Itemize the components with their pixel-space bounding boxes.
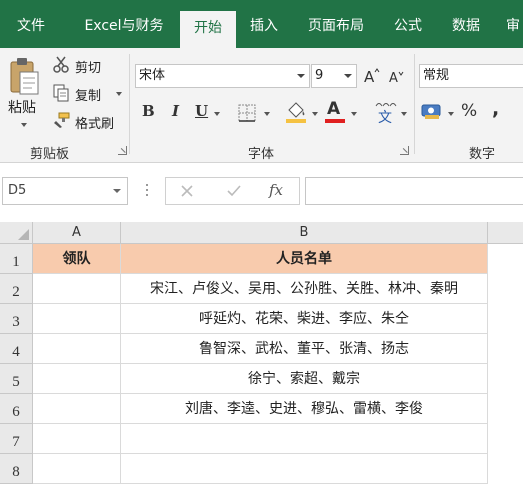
decrease-font-size-icon[interactable]: A	[389, 68, 405, 86]
comma-style-button[interactable]: ,	[492, 98, 499, 120]
format-painter-icon[interactable]	[52, 111, 70, 129]
percent-style-button[interactable]: %	[461, 101, 477, 121]
accounting-format-icon[interactable]	[421, 102, 443, 120]
phonetic-guide-icon[interactable]: 文	[375, 100, 397, 126]
spreadsheet-grid: A B 1 2 3 4 5 6 7 8 领队 人员名单 宋江、卢俊义、吴用、公孙…	[0, 222, 523, 494]
font-color-dropdown-icon[interactable]	[351, 112, 357, 116]
font-color-icon[interactable]: A	[324, 99, 346, 123]
cell-a5[interactable]	[33, 364, 121, 394]
row-header[interactable]: 8	[0, 454, 33, 484]
number-group-label: 数字	[469, 147, 496, 162]
number-format-select[interactable]: 常规	[419, 64, 523, 88]
cell-a6[interactable]	[33, 394, 121, 424]
svg-text:A: A	[364, 68, 375, 84]
cell-b3[interactable]: 呼延灼、花荣、柴进、李应、朱仝	[121, 304, 488, 334]
font-launcher-icon[interactable]	[400, 146, 409, 155]
chevron-down-icon	[113, 189, 121, 193]
column-header-b[interactable]: B	[121, 222, 488, 244]
cell-a4[interactable]	[33, 334, 121, 364]
cell-b7[interactable]	[121, 424, 488, 454]
cell-b2[interactable]: 宋江、卢俊义、吴用、公孙胜、关胜、林冲、秦明	[121, 274, 488, 304]
paste-dropdown-icon[interactable]	[21, 123, 27, 127]
cell-a3[interactable]	[33, 304, 121, 334]
font-color-letter: A	[327, 99, 341, 119]
clipboard-group-label: 剪贴板	[30, 147, 70, 162]
fill-color-swatch	[286, 119, 306, 123]
tab-review[interactable]: 审	[498, 0, 523, 48]
clipboard-launcher-icon[interactable]	[118, 146, 127, 155]
paste-icon[interactable]	[8, 56, 40, 96]
cell-b4[interactable]: 鲁智深、武松、董平、张清、扬志	[121, 334, 488, 364]
tab-excel-finance[interactable]: Excel与财务	[72, 0, 176, 48]
name-box-value: D5	[8, 183, 27, 198]
italic-button[interactable]: I	[172, 102, 179, 120]
svg-text:A: A	[389, 71, 398, 84]
border-icon[interactable]	[238, 104, 256, 122]
phonetic-dropdown-icon[interactable]	[401, 112, 407, 116]
chevron-down-icon	[344, 74, 352, 78]
font-color-swatch	[325, 119, 345, 123]
chevron-down-icon	[297, 74, 305, 78]
formula-bar-buttons: fx	[165, 177, 300, 205]
cell-b8[interactable]	[121, 454, 488, 484]
format-painter-button[interactable]: 格式刷	[75, 113, 114, 132]
row-header[interactable]: 1	[0, 244, 33, 274]
tab-page-layout[interactable]: 页面布局	[296, 0, 376, 48]
row-header[interactable]: 3	[0, 304, 33, 334]
fill-color-dropdown-icon[interactable]	[312, 112, 318, 116]
row-header[interactable]: 5	[0, 364, 33, 394]
formula-bar: D5 fx	[0, 164, 523, 222]
cut-button[interactable]: 剪切	[75, 57, 101, 76]
border-dropdown-icon[interactable]	[264, 112, 270, 116]
formula-bar-resize-handle[interactable]	[146, 184, 149, 198]
accounting-dropdown-icon[interactable]	[448, 112, 454, 116]
formula-input[interactable]	[305, 177, 523, 205]
group-divider	[129, 54, 130, 154]
column-header-c[interactable]	[488, 222, 523, 244]
tab-data[interactable]: 数据	[440, 0, 492, 48]
tab-file[interactable]: 文件	[2, 0, 60, 48]
row-header[interactable]: 4	[0, 334, 33, 364]
copy-dropdown-icon[interactable]	[116, 92, 122, 96]
cell-a2[interactable]	[33, 274, 121, 304]
cell-b5[interactable]: 徐宁、索超、戴宗	[121, 364, 488, 394]
column-header-a[interactable]: A	[33, 222, 121, 244]
increase-font-size-icon[interactable]: A	[364, 66, 380, 86]
ribbon: 粘贴 剪切 复制 格式刷 剪贴板 宋体 9 A A B I U A 文 字体 常…	[0, 48, 523, 163]
font-size-select[interactable]: 9	[311, 64, 357, 88]
name-box[interactable]: D5	[2, 177, 128, 205]
cancel-icon[interactable]	[180, 184, 194, 198]
tab-insert[interactable]: 插入	[236, 0, 292, 48]
enter-check-icon[interactable]	[226, 184, 242, 198]
row-header[interactable]: 7	[0, 424, 33, 454]
group-divider	[414, 54, 415, 154]
fill-color-icon[interactable]	[285, 100, 307, 124]
underline-dropdown-icon[interactable]	[214, 112, 220, 116]
cell-a1[interactable]: 领队	[33, 244, 121, 274]
font-name-select[interactable]: 宋体	[135, 64, 310, 88]
ribbon-tab-bar: 文件 Excel与财务 开始 插入 页面布局 公式 数据 审	[0, 0, 523, 48]
font-group-label: 字体	[248, 147, 275, 162]
insert-function-button[interactable]: fx	[269, 181, 283, 199]
cell-a8[interactable]	[33, 454, 121, 484]
tab-home[interactable]: 开始	[180, 11, 236, 48]
cell-b6[interactable]: 刘唐、李逵、史进、穆弘、雷横、李俊	[121, 394, 488, 424]
cell-b1[interactable]: 人员名单	[121, 244, 488, 274]
copy-icon[interactable]	[52, 84, 70, 102]
font-size-value: 9	[315, 68, 324, 83]
phonetic-char: 文	[378, 110, 392, 126]
row-header[interactable]: 2	[0, 274, 33, 304]
paste-button[interactable]: 粘贴	[8, 97, 36, 117]
select-all-corner[interactable]	[0, 222, 33, 244]
bold-button[interactable]: B	[142, 102, 155, 120]
number-format-value: 常规	[423, 68, 450, 83]
underline-button[interactable]: U	[195, 102, 208, 120]
scissors-icon[interactable]	[52, 56, 70, 74]
font-name-value: 宋体	[139, 68, 166, 83]
tab-formulas[interactable]: 公式	[382, 0, 434, 48]
cell-a7[interactable]	[33, 424, 121, 454]
copy-button[interactable]: 复制	[75, 85, 101, 104]
row-header[interactable]: 6	[0, 394, 33, 424]
